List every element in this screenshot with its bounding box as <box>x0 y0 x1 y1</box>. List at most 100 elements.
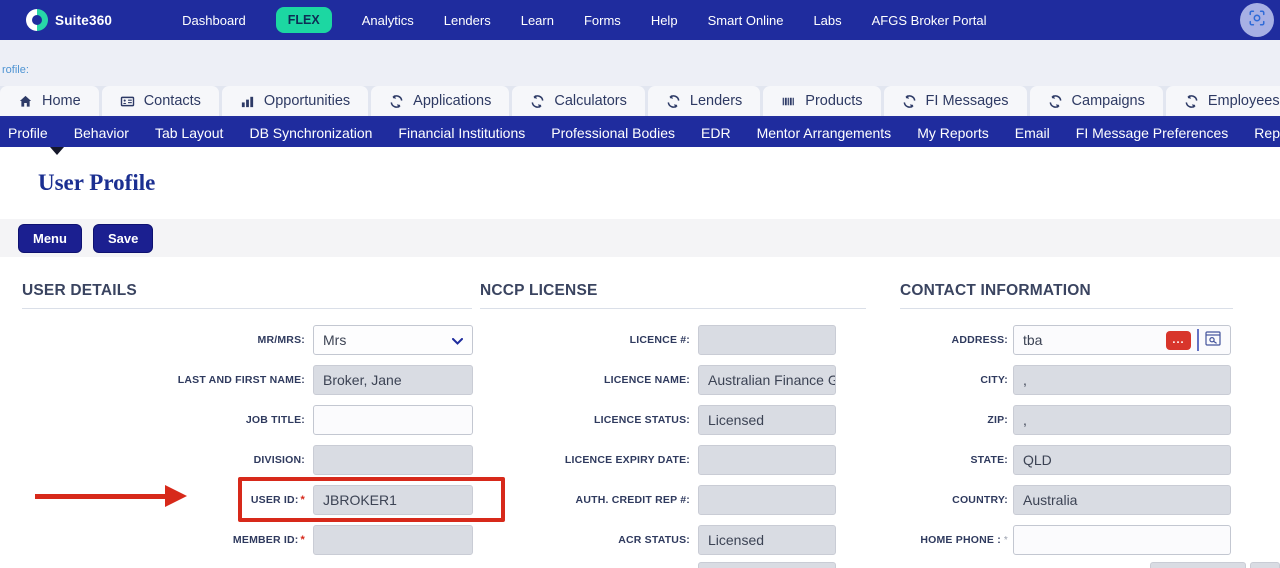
last-first-name-field: Broker, Jane <box>313 365 473 395</box>
form-row: LICENCE STATUS: Licensed <box>480 405 866 435</box>
annotation-arrow <box>35 494 165 499</box>
acr-status-field: Licensed <box>698 525 836 555</box>
required-asterisk: * <box>1003 535 1008 546</box>
subheader-strip: rofile: <box>0 40 1280 86</box>
mr-mrs-select[interactable]: Mrs <box>313 325 473 355</box>
subnav-item-reports[interactable]: Reports <box>1254 125 1280 141</box>
address-lookup-icon[interactable] <box>1205 331 1221 349</box>
subnav-item-behavior[interactable]: Behavior <box>74 125 129 141</box>
nav-item-analytics[interactable]: Analytics <box>362 13 414 28</box>
form-row: MEMBER ID: * <box>22 525 473 555</box>
country-field: Australia <box>1013 485 1231 515</box>
subnav-item-tab-layout[interactable]: Tab Layout <box>155 125 224 141</box>
sync-icon <box>1048 94 1063 109</box>
form-row: STATE: QLD <box>900 445 1233 475</box>
menu-button[interactable]: Menu <box>18 223 82 253</box>
profile-subnav: Profile Behavior Tab Layout DB Synchroni… <box>0 118 1280 147</box>
form-row: LAST AND FIRST NAME: Broker, Jane <box>22 365 473 395</box>
partial-field <box>1150 562 1246 568</box>
app-window: Suite360 Dashboard FLEX Analytics Lender… <box>0 0 1280 568</box>
contact-information-title: CONTACT INFORMATION <box>900 282 1233 309</box>
subnav-item-my-reports[interactable]: My Reports <box>917 125 989 141</box>
divider <box>1197 329 1199 351</box>
nav-item-learn[interactable]: Learn <box>521 13 554 28</box>
page-title: User Profile <box>38 170 156 195</box>
tab-applications[interactable]: Applications <box>371 86 510 116</box>
tab-opportunities[interactable]: Opportunities <box>221 86 369 116</box>
sync-icon <box>530 94 545 109</box>
nav-item-afgs-broker-portal[interactable]: AFGS Broker Portal <box>872 13 987 28</box>
member-id-field <box>313 525 473 555</box>
address-ellipsis-button[interactable]: ... <box>1166 330 1191 350</box>
form-row: LICENCE EXPIRY DATE: <box>480 445 866 475</box>
tab-fi-messages[interactable]: FI Messages <box>883 86 1027 116</box>
subnav-item-email[interactable]: Email <box>1015 125 1050 141</box>
required-asterisk: * <box>300 494 305 506</box>
tab-contacts[interactable]: Contacts <box>101 86 219 116</box>
contact-card-icon <box>120 94 135 109</box>
form-row: USER ID: * JBROKER1 <box>22 485 473 515</box>
required-asterisk: * <box>300 534 305 546</box>
section-user-details: USER DETAILS MR/MRS: Mrs LAST AND FIRST … <box>22 282 473 565</box>
form-row: ZIP: , <box>900 405 1233 435</box>
tab-campaigns[interactable]: Campaigns <box>1029 86 1163 116</box>
screenshot-capture-button[interactable] <box>1240 3 1274 37</box>
subnav-item-financial-institutions[interactable]: Financial Institutions <box>398 125 525 141</box>
toolbar: Menu Save <box>0 219 1280 257</box>
mr-mrs-label: MR/MRS: <box>257 334 305 346</box>
home-phone-input[interactable] <box>1013 525 1231 555</box>
licence-expiry-label: LICENCE EXPIRY DATE: <box>564 454 690 466</box>
subnav-item-fi-message-preferences[interactable]: FI Message Preferences <box>1076 125 1229 141</box>
nav-item-dashboard[interactable]: Dashboard <box>182 13 246 28</box>
auth-credit-rep-field <box>698 485 836 515</box>
division-field <box>313 445 473 475</box>
section-contact-information: CONTACT INFORMATION ADDRESS: tba ... CIT… <box>900 282 1233 565</box>
subnav-item-edr[interactable]: EDR <box>701 125 731 141</box>
tab-home[interactable]: Home <box>0 86 99 116</box>
module-tab-bar: Home Contacts Opportunities Applications… <box>0 86 1280 118</box>
subnav-item-db-synchronization[interactable]: DB Synchronization <box>249 125 372 141</box>
job-title-label: JOB TITLE: <box>245 414 305 426</box>
division-label: DIVISION: <box>253 454 305 466</box>
form-row: DIVISION: <box>22 445 473 475</box>
subnav-item-profile[interactable]: Profile <box>8 125 48 141</box>
subnav-item-mentor-arrangements[interactable]: Mentor Arrangements <box>757 125 892 141</box>
sync-icon <box>666 94 681 109</box>
form-row: HOME PHONE : * <box>900 525 1233 555</box>
subnav-item-professional-bodies[interactable]: Professional Bodies <box>551 125 675 141</box>
top-navbar: Suite360 Dashboard FLEX Analytics Lender… <box>0 0 1280 40</box>
brand[interactable]: Suite360 <box>26 9 112 31</box>
nav-item-help[interactable]: Help <box>651 13 678 28</box>
form-row: LICENCE #: <box>480 325 866 355</box>
address-input[interactable]: tba ... <box>1013 325 1231 355</box>
form-row: CITY: , <box>900 365 1233 395</box>
nav-item-labs[interactable]: Labs <box>813 13 841 28</box>
save-button[interactable]: Save <box>92 223 154 253</box>
active-tab-pointer <box>50 147 64 155</box>
last-first-name-label: LAST AND FIRST NAME: <box>177 374 305 386</box>
tab-employees[interactable]: Employees <box>1165 86 1280 116</box>
job-title-input[interactable] <box>313 405 473 435</box>
tab-calculators[interactable]: Calculators <box>512 86 645 116</box>
nav-item-flex[interactable]: FLEX <box>275 7 332 33</box>
licence-status-label: LICENCE STATUS: <box>594 414 690 426</box>
city-field: , <box>1013 365 1231 395</box>
form-row: LICENCE NAME: Australian Finance G <box>480 365 866 395</box>
partial-field <box>698 562 836 568</box>
tab-products[interactable]: Products <box>763 86 881 116</box>
licence-number-field <box>698 325 836 355</box>
screenshot-capture-icon <box>1248 9 1266 32</box>
sync-icon <box>902 94 917 109</box>
top-nav-items: Dashboard FLEX Analytics Lenders Learn F… <box>182 7 987 33</box>
nav-item-lenders[interactable]: Lenders <box>444 13 491 28</box>
brand-name: Suite360 <box>55 12 113 28</box>
section-nccp-license: NCCP LICENSE LICENCE #: LICENCE NAME: Au… <box>480 282 866 565</box>
zip-label: ZIP: <box>987 414 1008 426</box>
state-label: STATE: <box>970 454 1008 466</box>
tab-lenders[interactable]: Lenders <box>647 86 761 116</box>
nav-item-forms[interactable]: Forms <box>584 13 621 28</box>
barcode-icon <box>781 94 796 109</box>
country-label: COUNTRY: <box>952 494 1008 506</box>
nav-item-smart-online[interactable]: Smart Online <box>708 13 784 28</box>
form-row: ADDRESS: tba ... <box>900 325 1233 355</box>
